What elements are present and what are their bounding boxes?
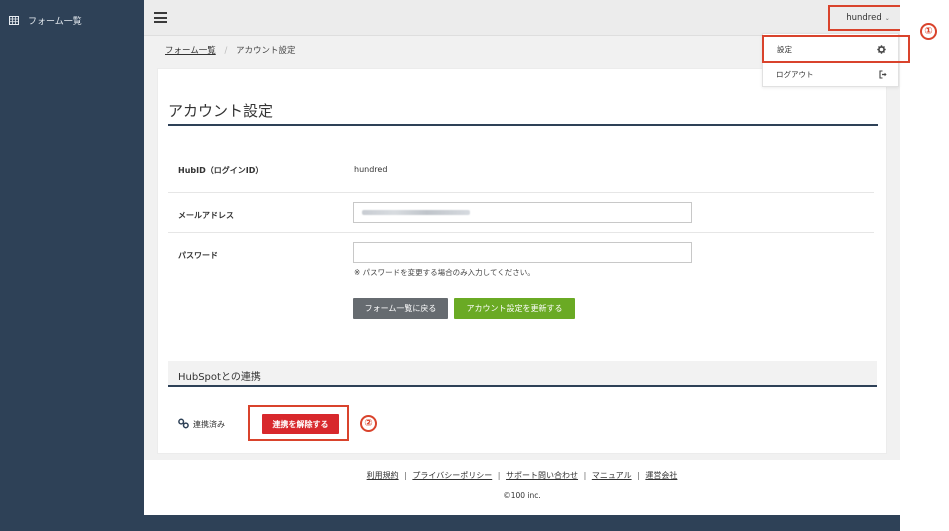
footer-separator: |: [404, 471, 407, 480]
copyright: ©100 inc.: [503, 491, 541, 500]
footer-link-support[interactable]: サポート問い合わせ: [506, 471, 578, 480]
sidebar-item-label: フォーム一覧: [28, 17, 82, 27]
email-field[interactable]: [353, 202, 692, 223]
hubid-label: HubID（ログインID）: [178, 166, 264, 175]
dropdown-item-label: 設定: [777, 44, 792, 54]
bottom-band: [144, 515, 900, 531]
update-account-button[interactable]: アカウント設定を更新する: [454, 298, 575, 319]
annotation-badge-2: ②: [360, 415, 377, 432]
footer-link-privacy[interactable]: プライバシーポリシー: [412, 471, 492, 480]
breadcrumb-current: アカウント設定: [236, 46, 296, 56]
dropdown-item-label: ログアウト: [776, 70, 814, 79]
footer-separator: |: [497, 471, 501, 480]
breadcrumb: フォーム一覧 / アカウント設定: [165, 44, 296, 56]
email-label: メールアドレス: [178, 211, 234, 220]
right-margin: [900, 0, 949, 531]
password-note: ※ パスワードを変更する場合のみ入力してください。: [354, 268, 535, 277]
hamburger-icon[interactable]: [154, 12, 167, 23]
page-title: アカウント設定: [168, 102, 274, 120]
footer-separator: |: [583, 471, 587, 480]
breadcrumb-link-form-list[interactable]: フォーム一覧: [165, 46, 216, 56]
sign-out-icon: [879, 70, 888, 79]
row-divider: [168, 232, 874, 233]
title-divider: [168, 124, 878, 126]
footer: 利用規約 | プライバシーポリシー | サポート問い合わせ | マニュアル | …: [144, 460, 900, 515]
password-field[interactable]: [353, 242, 692, 263]
footer-link-terms[interactable]: 利用規約: [367, 471, 399, 480]
sidebar-item-form-list[interactable]: フォーム一覧: [9, 14, 82, 27]
annotation-badge-1: ①: [920, 23, 937, 40]
user-dropdown-menu: 設定 ログアウト: [762, 33, 910, 87]
dropdown-item-settings[interactable]: 設定: [762, 35, 910, 63]
hubspot-section-header: HubSpotとの連携: [168, 361, 877, 387]
linked-status: 連携済み: [193, 420, 225, 429]
user-name: hundred: [846, 13, 882, 23]
chevron-down-icon: ⌄: [884, 14, 890, 22]
hubspot-section-title: HubSpotとの連携: [178, 372, 261, 383]
footer-links: 利用規約 | プライバシーポリシー | サポート問い合わせ | マニュアル | …: [144, 470, 900, 481]
gear-icon: [877, 45, 886, 54]
top-bar: hundred ⌄: [144, 0, 908, 36]
footer-link-manual[interactable]: マニュアル: [592, 471, 632, 480]
back-to-form-list-button[interactable]: フォーム一覧に戻る: [353, 298, 448, 319]
unlink-button[interactable]: 連携を解除する: [262, 414, 339, 434]
breadcrumb-separator: /: [224, 46, 228, 56]
user-menu-button[interactable]: hundred ⌄: [828, 5, 908, 31]
password-label: パスワード: [178, 251, 218, 260]
dropdown-item-logout[interactable]: ログアウト: [763, 62, 900, 87]
link-icon: [178, 418, 189, 429]
email-blurred-value: [362, 210, 470, 215]
hubid-value: hundred: [354, 165, 388, 174]
table-icon: [9, 16, 19, 25]
footer-link-company[interactable]: 運営会社: [645, 471, 677, 480]
account-settings-card: アカウント設定 HubID（ログインID） hundred メールアドレス パス…: [157, 68, 887, 454]
footer-separator: |: [637, 471, 640, 480]
sidebar: フォーム一覧: [0, 0, 144, 531]
row-divider: [168, 192, 874, 193]
